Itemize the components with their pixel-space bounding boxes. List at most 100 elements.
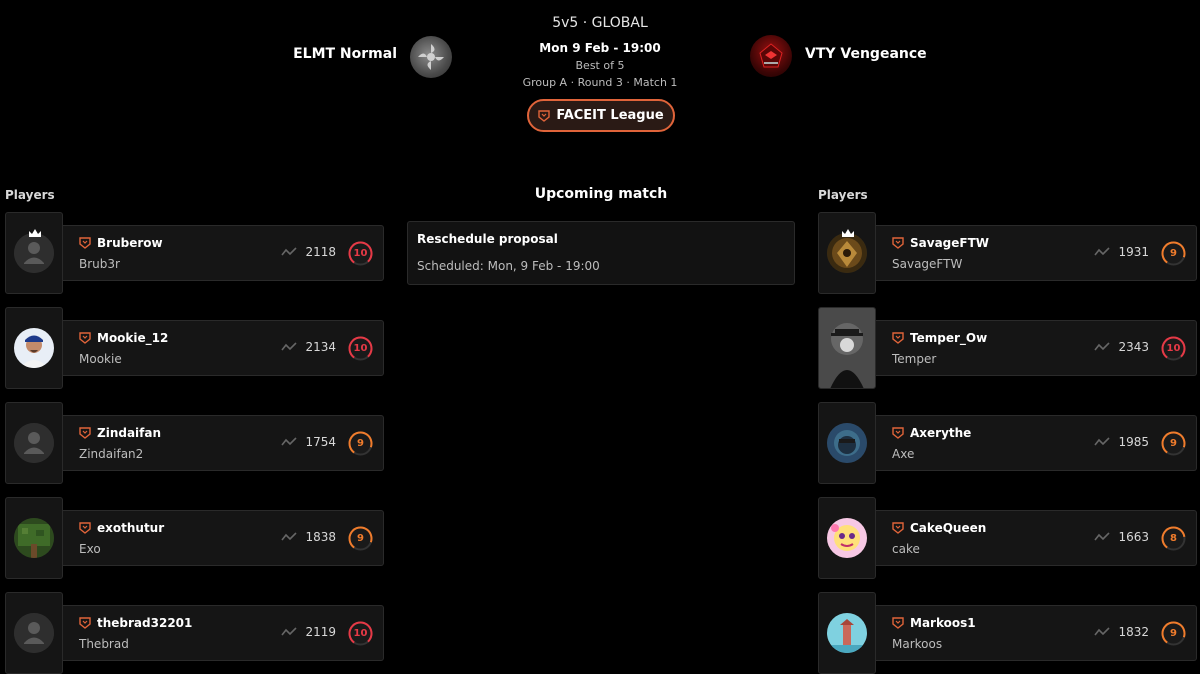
player-info[interactable]: Axerythe Axe 1985 9 — [876, 415, 1197, 471]
player-avatar-box[interactable] — [818, 402, 876, 484]
player-nickname[interactable]: Mookie_12 — [97, 331, 168, 345]
team-right-logo[interactable] — [750, 35, 792, 77]
player-name: Markoos — [892, 637, 943, 651]
skill-level-value: 10 — [353, 628, 368, 639]
team-left-name[interactable]: ELMT Normal — [293, 46, 397, 62]
player-nickname[interactable]: thebrad32201 — [97, 616, 192, 630]
player-avatar-box[interactable] — [5, 212, 63, 294]
player-nickname[interactable]: SavageFTW — [910, 236, 989, 250]
player-avatar-box[interactable] — [5, 592, 63, 674]
player-nickname[interactable]: Axerythe — [910, 426, 971, 440]
crown-icon — [842, 229, 854, 237]
elo-value: 2118 — [305, 245, 336, 259]
player-nickname[interactable]: exothutur — [97, 521, 164, 535]
player-row[interactable]: Zindaifan Zindaifan2 1754 9 — [5, 402, 385, 484]
player-name: Temper — [892, 352, 937, 366]
skill-level-value: 9 — [1170, 438, 1177, 449]
player-nickname[interactable]: Markoos1 — [910, 616, 976, 630]
nick-row: Temper_Ow — [892, 331, 987, 345]
player-row[interactable]: Mookie_12 Mookie 2134 10 — [5, 307, 385, 389]
helmet-icon — [759, 43, 783, 68]
player-nickname[interactable]: Zindaifan — [97, 426, 161, 440]
avatar — [827, 423, 867, 463]
group-info: Group A · Round 3 · Match 1 — [522, 76, 678, 89]
player-info[interactable]: Temper_Ow Temper 2343 10 — [876, 320, 1197, 376]
player-row[interactable]: thebrad32201 Thebrad 2119 10 — [5, 592, 385, 674]
elo-trend-icon — [1094, 627, 1111, 636]
player-row[interactable]: Axerythe Axe 1985 9 — [818, 402, 1198, 484]
elo-value: 1985 — [1118, 435, 1149, 449]
nick-row: CakeQueen — [892, 521, 986, 535]
best-of: Best of 5 — [575, 59, 625, 72]
avatar — [827, 613, 867, 653]
match-mode: 5v5 · GLOBAL — [552, 15, 648, 31]
elo-value: 2134 — [305, 340, 336, 354]
avatar — [14, 613, 54, 653]
avatar — [14, 328, 54, 368]
player-row[interactable]: SavageFTW SavageFTW 1931 9 — [818, 212, 1198, 294]
player-info[interactable]: CakeQueen cake 1663 8 — [876, 510, 1197, 566]
player-avatar-box[interactable] — [818, 307, 876, 389]
skill-level-value: 9 — [1170, 248, 1177, 259]
nick-row: thebrad32201 — [79, 616, 192, 630]
skill-level-value: 9 — [357, 533, 364, 544]
player-avatar-box[interactable] — [5, 402, 63, 484]
player-avatar-box[interactable] — [818, 212, 876, 294]
scheduled-time: Scheduled: Mon, 9 Feb - 19:00 — [417, 259, 600, 273]
player-avatar-box[interactable] — [818, 592, 876, 674]
skill-level-badge: 8 — [1160, 525, 1187, 552]
skill-level-badge: 9 — [1160, 240, 1187, 267]
faceit-shield-icon — [79, 237, 91, 249]
player-name: Exo — [79, 542, 101, 556]
skill-level-value: 10 — [1166, 343, 1181, 354]
player-name: SavageFTW — [892, 257, 963, 271]
faceit-shield-icon — [892, 237, 904, 249]
elo-trend-icon — [281, 627, 298, 636]
skill-level-value: 9 — [357, 438, 364, 449]
player-info[interactable]: exothutur Exo 1838 9 — [63, 510, 384, 566]
right-players-title: Players — [818, 188, 868, 202]
elo-trend-icon — [281, 247, 298, 256]
player-nickname[interactable]: Bruberow — [97, 236, 163, 250]
player-info[interactable]: SavageFTW SavageFTW 1931 9 — [876, 225, 1197, 281]
elo-value: 1832 — [1118, 625, 1149, 639]
elo-value: 1838 — [305, 530, 336, 544]
reschedule-card[interactable]: Reschedule proposal Scheduled: Mon, 9 Fe… — [407, 221, 795, 285]
faceit-shield-icon — [892, 427, 904, 439]
player-avatar-box[interactable] — [5, 307, 63, 389]
faceit-league-button[interactable]: FACEIT League — [527, 99, 675, 132]
elo: 2118 — [281, 245, 336, 259]
player-name: Thebrad — [79, 637, 129, 651]
player-avatar-box[interactable] — [818, 497, 876, 579]
player-avatar-box[interactable] — [5, 497, 63, 579]
team-right-name[interactable]: VTY Vengeance — [805, 46, 927, 62]
player-nickname[interactable]: Temper_Ow — [910, 331, 987, 345]
player-info[interactable]: thebrad32201 Thebrad 2119 10 — [63, 605, 384, 661]
player-row[interactable]: Markoos1 Markoos 1832 9 — [818, 592, 1198, 674]
avatar — [827, 518, 867, 558]
swirl-icon — [418, 44, 444, 70]
team-left-logo[interactable] — [410, 36, 452, 78]
player-row[interactable]: CakeQueen cake 1663 8 — [818, 497, 1198, 579]
faceit-shield-icon — [79, 617, 91, 629]
player-row[interactable]: Bruberow Brub3r 2118 10 — [5, 212, 385, 294]
faceit-shield-icon — [79, 332, 91, 344]
player-info[interactable]: Zindaifan Zindaifan2 1754 9 — [63, 415, 384, 471]
skill-level-badge: 9 — [1160, 430, 1187, 457]
elo-trend-icon — [1094, 342, 1111, 351]
elo-trend-icon — [1094, 437, 1111, 446]
player-row[interactable]: Temper_Ow Temper 2343 10 — [818, 307, 1198, 389]
player-info[interactable]: Markoos1 Markoos 1832 9 — [876, 605, 1197, 661]
player-nickname[interactable]: CakeQueen — [910, 521, 986, 535]
elo: 1832 — [1094, 625, 1149, 639]
player-info[interactable]: Mookie_12 Mookie 2134 10 — [63, 320, 384, 376]
elo: 1931 — [1094, 245, 1149, 259]
elo: 2343 — [1094, 340, 1149, 354]
player-info[interactable]: Bruberow Brub3r 2118 10 — [63, 225, 384, 281]
player-row[interactable]: exothutur Exo 1838 9 — [5, 497, 385, 579]
nick-row: SavageFTW — [892, 236, 989, 250]
elo-trend-icon — [1094, 247, 1111, 256]
skill-level-badge: 10 — [1160, 335, 1187, 362]
reschedule-title: Reschedule proposal — [417, 232, 558, 246]
skill-level-value: 9 — [1170, 628, 1177, 639]
